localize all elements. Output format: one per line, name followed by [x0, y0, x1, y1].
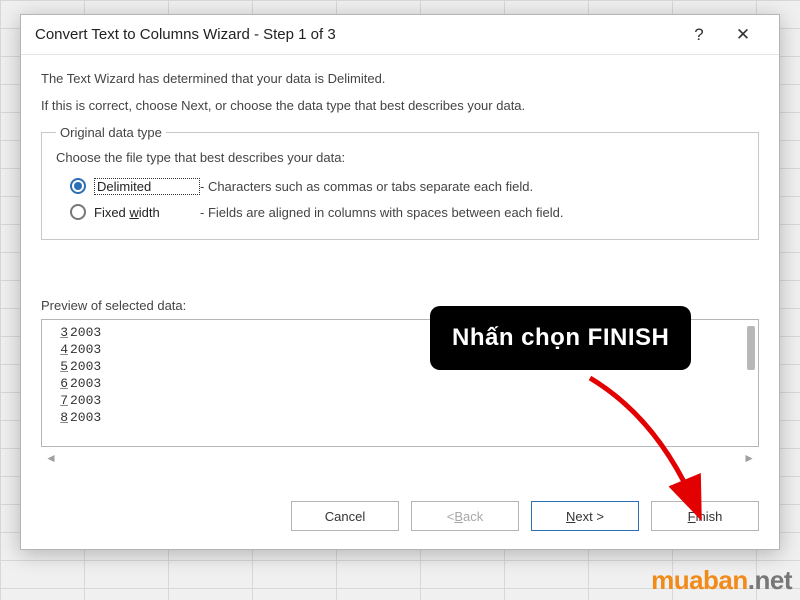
dialog-footer: Cancel < Back Next > Finish: [21, 487, 779, 549]
cancel-button[interactable]: Cancel: [291, 501, 399, 531]
preview-row: 82003: [48, 409, 752, 426]
radio-delimited-row[interactable]: Delimited - Characters such as commas or…: [70, 173, 744, 199]
scroll-right-icon[interactable]: ►: [743, 451, 755, 465]
close-button[interactable]: ✕: [721, 15, 765, 55]
back-button: < Back: [411, 501, 519, 531]
radio-unchecked-icon: [70, 204, 86, 220]
scroll-left-icon[interactable]: ◄: [45, 451, 57, 465]
preview-row: 72003: [48, 392, 752, 409]
dialog-body: The Text Wizard has determined that your…: [21, 55, 779, 487]
original-data-type-group: Original data type Choose the file type …: [41, 125, 759, 240]
intro-text-2: If this is correct, choose Next, or choo…: [41, 98, 759, 113]
radio-fixed-width-row[interactable]: Fixed width - Fields are aligned in colu…: [70, 199, 744, 225]
wizard-dialog: Convert Text to Columns Wizard - Step 1 …: [20, 14, 780, 550]
radio-delimited-label: Delimited: [94, 178, 200, 195]
dialog-title: Convert Text to Columns Wizard - Step 1 …: [35, 26, 677, 43]
group-legend: Original data type: [56, 125, 166, 140]
preview-row: 62003: [48, 375, 752, 392]
preview-horizontal-scroll[interactable]: ◄ ►: [41, 447, 759, 465]
radio-fixed-width-label: Fixed width: [94, 205, 200, 220]
watermark-logo: muaban.net: [651, 565, 792, 596]
next-button[interactable]: Next >: [531, 501, 639, 531]
choose-file-type-text: Choose the file type that best describes…: [56, 150, 744, 165]
finish-button[interactable]: Finish: [651, 501, 759, 531]
preview-vertical-scrollbar[interactable]: [747, 326, 755, 370]
dialog-titlebar: Convert Text to Columns Wizard - Step 1 …: [21, 15, 779, 55]
radio-checked-icon: [70, 178, 86, 194]
instruction-callout: Nhấn chọn FINISH: [430, 306, 691, 370]
help-button[interactable]: ?: [677, 15, 721, 55]
intro-text-1: The Text Wizard has determined that your…: [41, 71, 759, 86]
radio-fixed-width-desc: - Fields are aligned in columns with spa…: [200, 205, 563, 220]
radio-delimited-desc: - Characters such as commas or tabs sepa…: [200, 179, 533, 194]
